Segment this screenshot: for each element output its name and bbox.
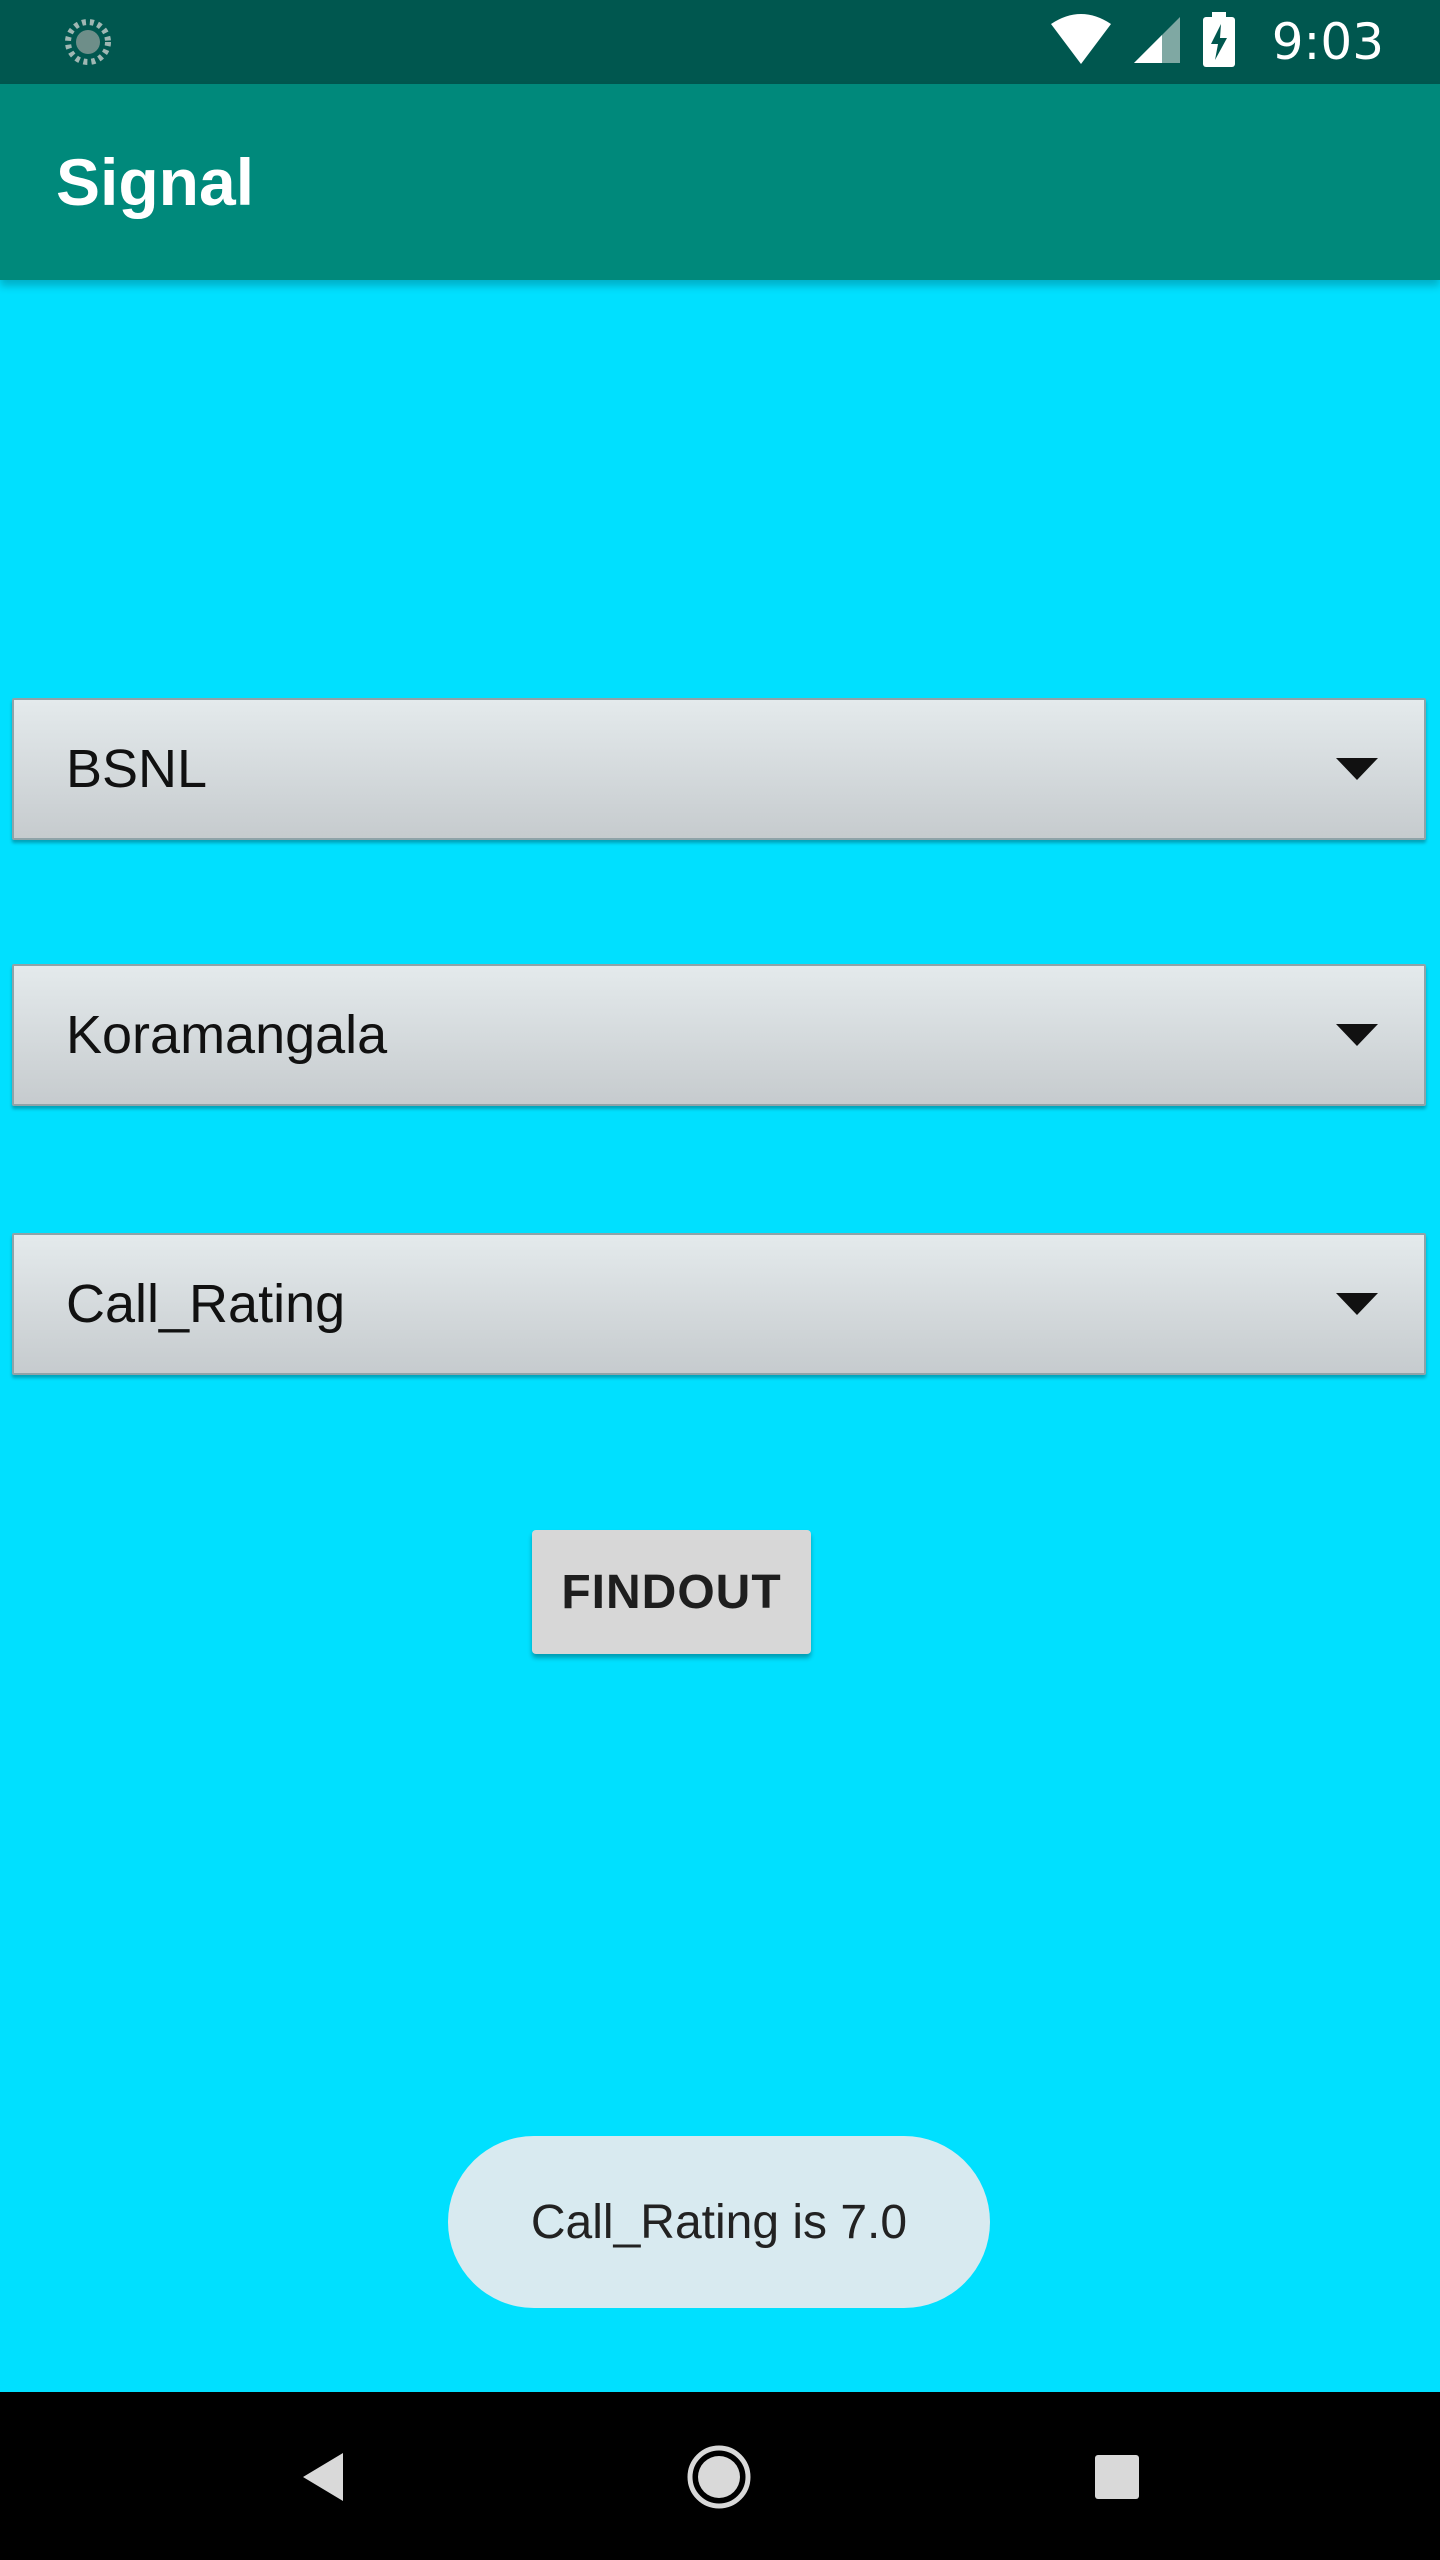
- findout-button[interactable]: FINDOUT: [532, 1530, 811, 1654]
- status-bar: 9:03: [0, 0, 1440, 84]
- parameter-spinner-value: Call_Rating: [66, 1274, 346, 1334]
- dropdown-arrow-icon: [1336, 1235, 1378, 1373]
- wifi-icon: [1050, 13, 1112, 71]
- battery-charging-icon: [1202, 11, 1236, 73]
- operator-spinner-value: BSNL: [66, 739, 208, 799]
- app-bar: Signal: [0, 84, 1440, 280]
- area-spinner[interactable]: Koramangala: [12, 964, 1426, 1106]
- app-title: Signal: [56, 145, 255, 219]
- loading-icon: [64, 18, 112, 66]
- status-time: 9:03: [1271, 13, 1384, 71]
- recents-icon[interactable]: [1072, 2432, 1162, 2522]
- dropdown-arrow-icon: [1336, 700, 1378, 838]
- area-spinner-value: Koramangala: [66, 1005, 388, 1065]
- dropdown-arrow-icon: [1336, 966, 1378, 1104]
- parameter-spinner[interactable]: Call_Rating: [12, 1233, 1426, 1375]
- operator-spinner[interactable]: BSNL: [12, 698, 1426, 840]
- toast-message: Call_Rating is 7.0: [448, 2136, 990, 2308]
- back-icon[interactable]: [277, 2432, 367, 2522]
- cellular-signal-icon: [1132, 15, 1182, 70]
- home-icon[interactable]: [674, 2432, 764, 2522]
- navigation-bar: [0, 2392, 1440, 2560]
